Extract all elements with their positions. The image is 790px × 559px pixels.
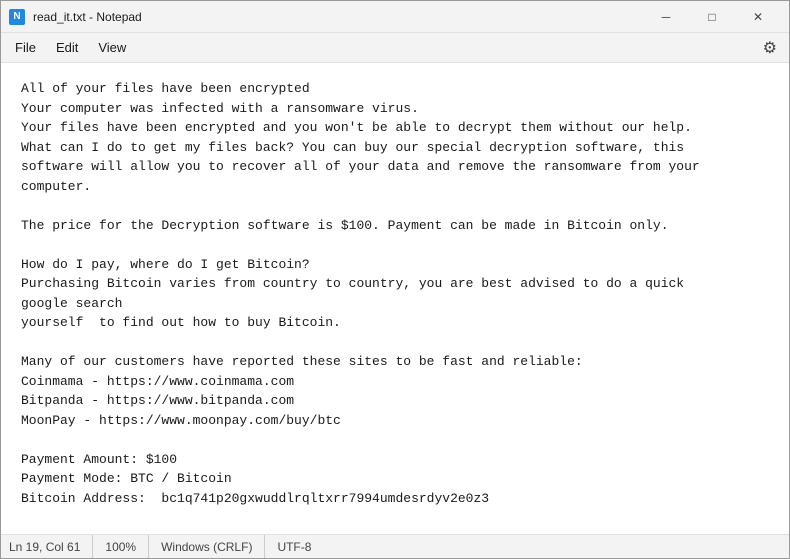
menu-file[interactable]: File (5, 36, 46, 59)
status-bar: Ln 19, Col 61 100% Windows (CRLF) UTF-8 (1, 534, 789, 558)
text-editor[interactable]: All of your files have been encrypted Yo… (1, 63, 789, 534)
maximize-button[interactable]: □ (689, 1, 735, 33)
encoding: UTF-8 (265, 535, 323, 558)
title-bar: N read_it.txt - Notepad ─ □ ✕ (1, 1, 789, 33)
menu-edit[interactable]: Edit (46, 36, 88, 59)
notepad-window: N read_it.txt - Notepad ─ □ ✕ File Edit … (0, 0, 790, 559)
content-area: GT All of your files have been encrypted… (1, 63, 789, 534)
menu-bar: File Edit View ⚙ (1, 33, 789, 63)
cursor-position: Ln 19, Col 61 (9, 535, 93, 558)
window-controls: ─ □ ✕ (643, 1, 781, 33)
close-button[interactable]: ✕ (735, 1, 781, 33)
menu-view[interactable]: View (88, 36, 136, 59)
settings-icon[interactable]: ⚙ (755, 34, 785, 62)
window-title: read_it.txt - Notepad (33, 10, 643, 24)
minimize-button[interactable]: ─ (643, 1, 689, 33)
zoom-level: 100% (93, 535, 149, 558)
line-ending: Windows (CRLF) (149, 535, 265, 558)
app-icon: N (9, 9, 25, 25)
